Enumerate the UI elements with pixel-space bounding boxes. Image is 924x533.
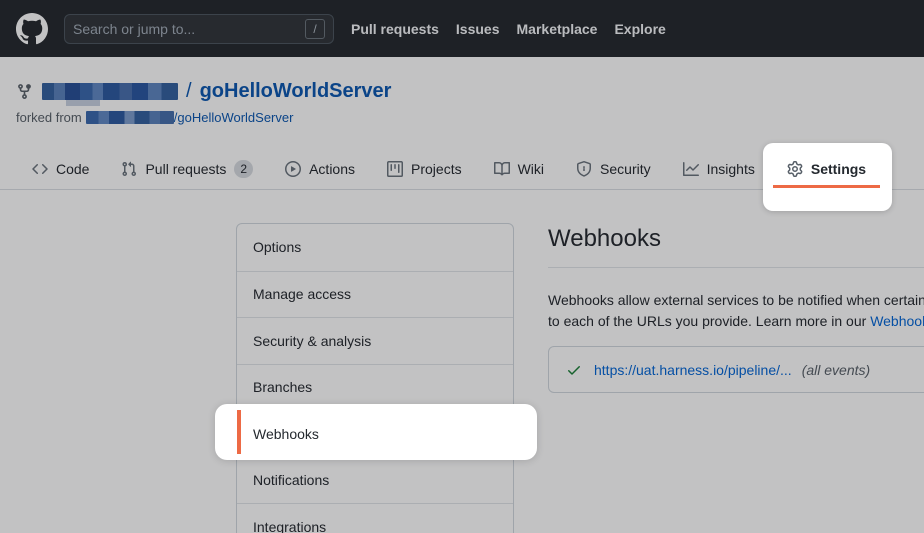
tab-code[interactable]: Code — [16, 148, 105, 189]
github-logo-icon[interactable] — [16, 13, 48, 45]
tab-label: Settings — [811, 161, 866, 177]
repo-name-link[interactable]: goHelloWorldServer — [200, 80, 392, 102]
page-title: Webhooks — [548, 225, 924, 268]
check-icon — [566, 362, 582, 378]
slash-shortcut-badge: / — [305, 19, 325, 39]
book-icon — [494, 161, 510, 177]
github-settings-page: / Pull requests Issues Marketplace Explo… — [0, 0, 924, 533]
webhooks-panel: Webhooks Webhooks allow external service… — [548, 225, 924, 393]
description-line-2-text: to each of the URLs you provide. Learn m… — [548, 313, 870, 329]
nav-item-label: Security & analysis — [253, 333, 371, 349]
nav-marketplace[interactable]: Marketplace — [517, 21, 598, 37]
nav-item-label: Options — [253, 239, 301, 255]
search-input[interactable] — [73, 21, 305, 37]
nav-pull-requests[interactable]: Pull requests — [351, 21, 439, 37]
active-tab-underline — [773, 185, 880, 188]
tab-settings[interactable]: Settings — [771, 148, 882, 189]
nav-item-label: Integrations — [253, 519, 326, 533]
tab-projects[interactable]: Projects — [371, 148, 478, 189]
tab-label: Insights — [707, 161, 755, 177]
repo-separator: / — [178, 80, 200, 102]
settings-nav-item-options[interactable]: Options — [237, 224, 513, 271]
tab-label: Pull requests — [145, 161, 226, 177]
settings-nav-item-security-analysis[interactable]: Security & analysis — [237, 317, 513, 364]
webhooks-description: Webhooks allow external services to be n… — [548, 290, 924, 332]
nav-item-label: Webhooks — [253, 426, 319, 442]
play-icon — [285, 161, 301, 177]
tab-label: Code — [56, 161, 89, 177]
webhook-list-item: https://uat.harness.io/pipeline/... (all… — [548, 346, 924, 393]
fork-parent-link[interactable]: /goHelloWorldServer — [174, 110, 294, 125]
nav-item-label: Manage access — [253, 286, 351, 302]
description-line-1: Webhooks allow external services to be n… — [548, 290, 924, 311]
tab-label: Wiki — [518, 161, 544, 177]
tab-pull-requests[interactable]: Pull requests 2 — [105, 148, 269, 189]
gear-icon — [787, 161, 803, 177]
redacted-parent-owner — [86, 111, 174, 124]
repo-title: / goHelloWorldServer — [16, 80, 391, 102]
tab-security[interactable]: Security — [560, 148, 667, 189]
code-icon — [32, 161, 48, 177]
webhook-url-link[interactable]: https://uat.harness.io/pipeline/... — [594, 362, 792, 378]
tab-insights[interactable]: Insights — [667, 148, 771, 189]
forked-from-label: forked from — [16, 110, 82, 125]
shield-icon — [576, 161, 592, 177]
settings-nav-item-manage-access[interactable]: Manage access — [237, 271, 513, 318]
git-pull-request-icon — [121, 161, 137, 177]
active-item-accent-bar — [237, 410, 241, 454]
webhooks-guide-link[interactable]: Webhooks Guide. — [870, 313, 924, 329]
webhook-events-label: (all events) — [802, 362, 870, 378]
project-icon — [387, 161, 403, 177]
description-line-2: to each of the URLs you provide. Learn m… — [548, 311, 924, 332]
nav-issues[interactable]: Issues — [456, 21, 500, 37]
graph-icon — [683, 161, 699, 177]
settings-side-nav: Options Manage access Security & analysi… — [236, 223, 514, 533]
nav-item-label: Branches — [253, 379, 312, 395]
global-nav: Pull requests Issues Marketplace Explore — [351, 21, 666, 37]
tab-label: Actions — [309, 161, 355, 177]
settings-nav-item-notifications[interactable]: Notifications — [237, 457, 513, 504]
settings-nav-item-webhooks[interactable]: Webhooks — [237, 410, 513, 457]
global-search-box[interactable]: / — [64, 14, 334, 44]
repo-forked-icon — [16, 83, 33, 100]
tab-actions[interactable]: Actions — [269, 148, 371, 189]
settings-tab-spotlight — [763, 143, 892, 211]
nav-explore[interactable]: Explore — [614, 21, 665, 37]
tab-label: Security — [600, 161, 651, 177]
tab-wiki[interactable]: Wiki — [478, 148, 560, 189]
redacted-owner-name[interactable] — [42, 83, 178, 100]
global-header: / Pull requests Issues Marketplace Explo… — [0, 0, 924, 57]
forked-from-line: forked from /goHelloWorldServer — [16, 110, 293, 125]
tab-label: Projects — [411, 161, 462, 177]
settings-nav-item-integrations[interactable]: Integrations — [237, 503, 513, 533]
pull-requests-count-badge: 2 — [234, 160, 253, 178]
nav-item-label: Notifications — [253, 472, 329, 488]
repo-tab-bar: Code Pull requests 2 Actions Projects Wi… — [0, 148, 924, 190]
